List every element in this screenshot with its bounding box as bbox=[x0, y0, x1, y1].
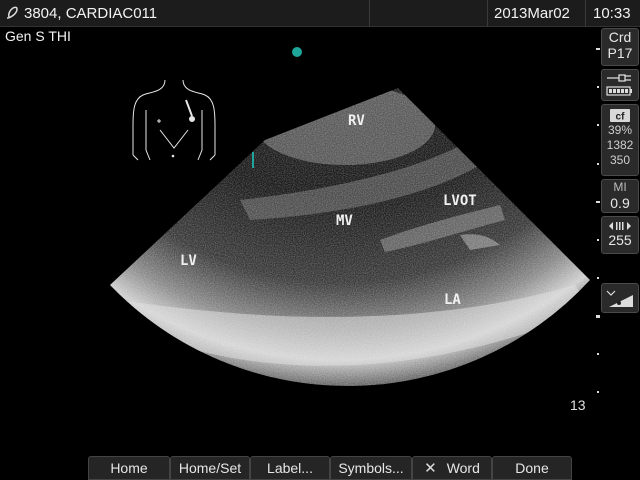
exam-type: Crd bbox=[608, 29, 632, 45]
battery-icon bbox=[606, 86, 632, 96]
mi-label: MI bbox=[613, 180, 627, 194]
mi-box: MI 0.9 bbox=[601, 179, 639, 213]
power-status-box bbox=[601, 69, 639, 101]
orientation-marker-icon bbox=[292, 47, 302, 57]
cf-prf: 1382 bbox=[606, 138, 634, 152]
cf-gain: 39% bbox=[607, 123, 633, 137]
label-la: LA bbox=[444, 292, 461, 308]
word-button-label: Word bbox=[446, 460, 480, 476]
ultrasound-image bbox=[110, 47, 600, 393]
home-button[interactable]: Home bbox=[88, 456, 170, 480]
dynamic-range-icon bbox=[609, 222, 631, 230]
exam-type-box[interactable]: Crd P17 bbox=[601, 28, 639, 66]
label-rv: RV bbox=[348, 113, 365, 129]
sector-scan bbox=[110, 88, 590, 387]
symbols-button[interactable]: Symbols... bbox=[330, 456, 412, 480]
color-flow-box[interactable]: cf 39% 1382 350 bbox=[601, 104, 639, 176]
label-lv: LV bbox=[180, 253, 197, 269]
cf-icon-text: cf bbox=[616, 112, 626, 123]
home-set-button[interactable]: Home/Set bbox=[170, 456, 250, 480]
focus-marker-icon bbox=[252, 152, 254, 168]
mi-value: 0.9 bbox=[610, 195, 630, 211]
gain-curve-box[interactable] bbox=[601, 283, 639, 313]
close-icon: ✕ bbox=[424, 460, 437, 477]
gain-curve-icon bbox=[606, 290, 633, 307]
depth-scale bbox=[596, 48, 600, 393]
cf-wall-filter: 350 bbox=[609, 153, 631, 167]
dynamic-range-box[interactable]: 255 bbox=[601, 216, 639, 254]
depth-readout: 13 bbox=[570, 397, 586, 413]
label-lvot: LVOT bbox=[443, 193, 477, 209]
done-button[interactable]: Done bbox=[492, 456, 572, 480]
label-mv: MV bbox=[336, 213, 353, 229]
plug-icon bbox=[607, 74, 631, 82]
dynamic-range-value: 255 bbox=[608, 232, 632, 248]
label-button[interactable]: Label... bbox=[250, 456, 330, 480]
word-button[interactable]: ✕ Word bbox=[412, 456, 492, 480]
cf-icon: cf bbox=[610, 109, 630, 123]
transducer-name: P17 bbox=[607, 45, 633, 61]
body-marker-icon bbox=[132, 79, 216, 161]
